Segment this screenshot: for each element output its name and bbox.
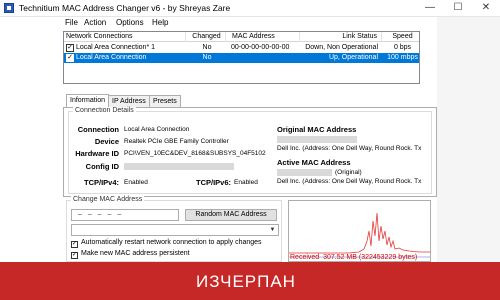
- mac-address-input[interactable]: – – – – –: [71, 209, 179, 221]
- title-bar: Technitium MAC Address Changer v6 - by S…: [0, 0, 500, 17]
- connection-status: Up, Operational: [328, 54, 378, 61]
- hardware-id-value: PCI\VEN_10EC&DEV_8168&SUBSYS_04F5102: [124, 150, 266, 157]
- device-label: Device: [94, 137, 119, 146]
- active-mac-suffix: (Original): [335, 169, 362, 176]
- persistent-mac-option[interactable]: ✓ Make new MAC address persistent: [71, 250, 190, 259]
- connection-value: Local Area Connection: [124, 126, 190, 133]
- connections-list[interactable]: Network Connections Changed MAC Address …: [63, 31, 420, 84]
- connection-details-legend: Connection Details: [73, 107, 136, 114]
- vendor-dropdown[interactable]: ▼: [71, 224, 279, 236]
- config-id-label: Config ID: [85, 162, 119, 171]
- tcpv6-value: Enabled: [234, 179, 258, 186]
- close-button[interactable]: ✕: [472, 0, 500, 16]
- active-mac-label: Active MAC Address: [277, 158, 351, 167]
- connection-status: Down, Non Operational: [305, 44, 378, 51]
- column-network-connections[interactable]: Network Connections: [66, 32, 186, 42]
- connection-changed: No: [202, 54, 212, 61]
- tcpv6-label: TCP/IPv6:: [195, 178, 231, 187]
- window-title: Technitium MAC Address Changer v6 - by S…: [19, 3, 231, 13]
- minimize-button[interactable]: —: [416, 0, 444, 16]
- change-mac-group: Change MAC Address – – – – – Random MAC …: [66, 196, 282, 262]
- chevron-down-icon[interactable]: ▼: [267, 225, 278, 235]
- column-link-status[interactable]: Link Status: [302, 32, 382, 42]
- connection-speed: 0 bps: [393, 44, 412, 51]
- connection-row[interactable]: ✓ Local Area Connection* 1 No 00-00-00-0…: [64, 43, 419, 53]
- persistent-mac-label: Make new MAC address persistent: [81, 250, 190, 257]
- menu-options[interactable]: Options: [116, 18, 144, 27]
- tab-presets[interactable]: Presets: [149, 95, 181, 107]
- menu-action[interactable]: Action: [84, 18, 106, 27]
- menu-file[interactable]: File: [65, 18, 78, 27]
- received-label: Received: [290, 254, 320, 261]
- tab-information[interactable]: Information: [66, 94, 110, 107]
- maximize-button[interactable]: ☐: [444, 0, 472, 16]
- window-background: [437, 17, 500, 262]
- tcpv4-label: TCP/IPv4:: [83, 178, 119, 187]
- connection-details-group: Connection Details Connection Local Area…: [68, 107, 432, 194]
- connection-checkbox[interactable]: ✓: [66, 54, 74, 62]
- active-mac-vendor: Dell Inc. (Address: One Dell Way, Round …: [277, 178, 422, 185]
- original-mac-value-redacted: [277, 136, 357, 143]
- original-mac-label: Original MAC Address: [277, 125, 357, 134]
- config-id-value-redacted: [124, 163, 234, 170]
- connections-header: Network Connections Changed MAC Address …: [64, 32, 419, 42]
- tcpv4-value: Enabled: [124, 179, 148, 186]
- received-value: 307.52 MB (322453229 bytes): [323, 254, 418, 261]
- connection-speed: 100 mbps: [387, 54, 418, 61]
- restart-connection-checkbox[interactable]: ✓: [71, 241, 78, 248]
- original-mac-vendor: Dell Inc. (Address: One Dell Way, Round …: [277, 145, 422, 152]
- random-mac-button[interactable]: Random MAC Address: [185, 209, 277, 221]
- menu-bar: File Action Options Help: [0, 17, 500, 30]
- persistent-mac-checkbox[interactable]: ✓: [71, 252, 78, 259]
- connection-name: Local Area Connection* 1: [76, 44, 155, 51]
- active-mac-value-redacted: [277, 169, 332, 176]
- connection-checkbox[interactable]: ✓: [66, 44, 74, 52]
- device-value: Realtek PCIe GBE Family Controller: [124, 138, 229, 145]
- change-mac-legend: Change MAC Address: [71, 196, 145, 203]
- connection-mac: [231, 53, 301, 63]
- app-icon: [4, 3, 14, 13]
- tab-ip-address[interactable]: IP Address: [108, 95, 150, 107]
- connection-mac: 00-00-00-00-00-00: [231, 44, 290, 51]
- status-banner: ИЗЧЕРПАН: [0, 262, 500, 300]
- received-readout: Received 307.52 MB (322453229 bytes): [290, 254, 417, 261]
- banner-text: ИЗЧЕРПАН: [196, 272, 296, 291]
- received-traffic-line: [289, 212, 430, 254]
- column-speed[interactable]: Speed: [386, 32, 419, 42]
- menu-help[interactable]: Help: [152, 18, 168, 27]
- column-changed[interactable]: Changed: [188, 32, 226, 42]
- restart-connection-option[interactable]: ✓ Automatically restart network connectio…: [71, 239, 262, 248]
- connection-row-selected[interactable]: ✓ Local Area Connection No Up, Operation…: [64, 53, 419, 63]
- connection-name: Local Area Connection: [76, 54, 147, 61]
- connection-label: Connection: [77, 125, 119, 134]
- connection-changed: No: [202, 44, 212, 51]
- hardware-id-label: Hardware ID: [75, 149, 119, 158]
- restart-connection-label: Automatically restart network connection…: [81, 239, 262, 246]
- traffic-graph-plot: [289, 212, 430, 258]
- information-panel: Connection Details Connection Local Area…: [63, 107, 437, 197]
- traffic-graph: [288, 200, 431, 262]
- column-mac-address[interactable]: MAC Address: [230, 32, 300, 42]
